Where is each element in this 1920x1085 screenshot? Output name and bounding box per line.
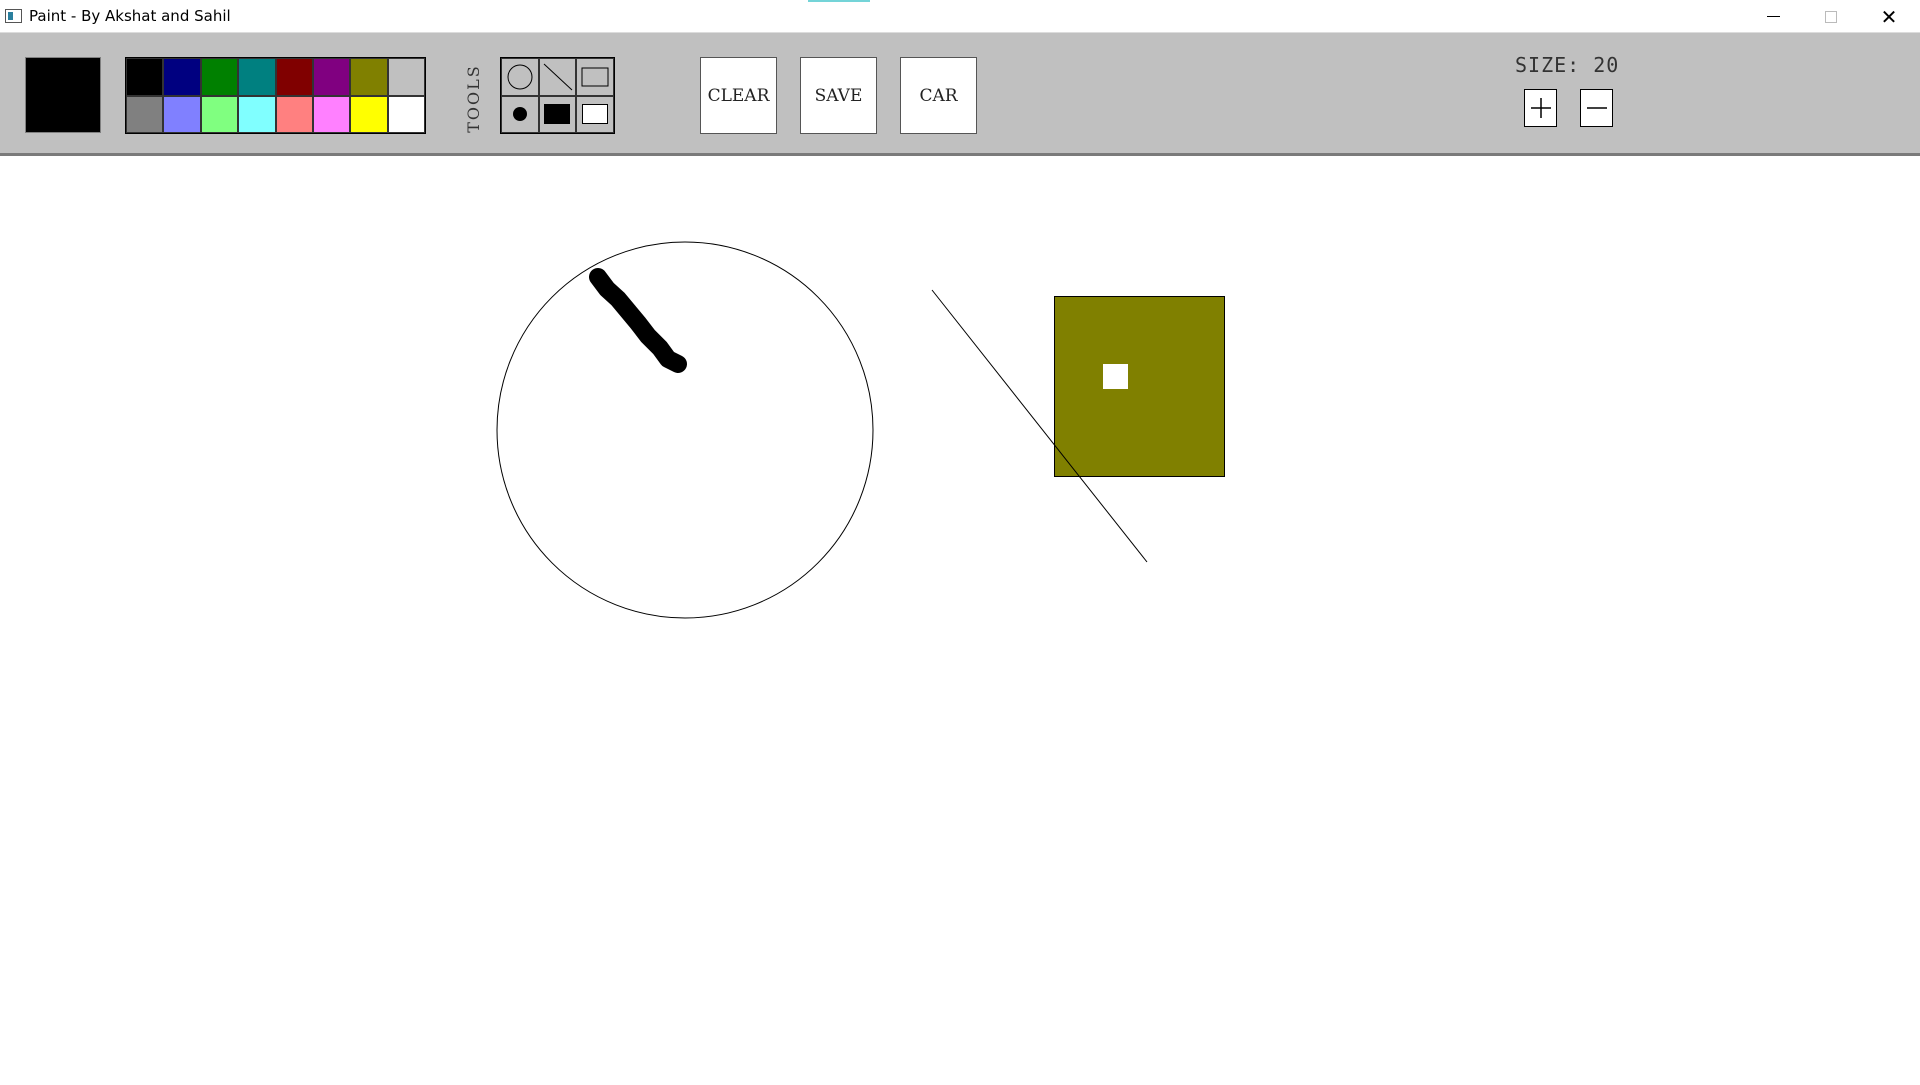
palette-swatch[interactable] [238,58,276,96]
palette-swatch[interactable] [312,95,351,133]
clear-button[interactable]: CLEAR [700,57,777,134]
white-rectangle-icon [582,104,609,125]
brush-dot-icon [512,107,527,122]
save-button[interactable]: SAVE [800,57,877,134]
tools-grid [500,57,615,134]
rectangle-outline-icon [581,67,609,87]
tool-rectangle[interactable] [576,58,614,96]
minus-icon [1586,107,1607,109]
maximize-icon [1825,10,1837,23]
titlebar-accent [808,0,870,2]
palette-swatch[interactable] [275,95,313,133]
drawn-olive-rectangle [1054,296,1225,477]
minimize-button[interactable] [1744,0,1802,33]
plus-icon [1530,98,1551,118]
canvas-drawing [496,241,1225,619]
toolbar: TOOLS CLEAR SAVE CAR SIZE: 20 [0,33,1920,156]
palette-swatch[interactable] [238,95,276,133]
line-icon [544,63,573,91]
car-button[interactable]: CAR [900,57,977,134]
drawn-white-square [1103,364,1128,389]
tool-eraser[interactable] [576,95,614,133]
close-icon: ✕ [1880,4,1898,29]
tools-label: TOOLS [462,63,484,133]
tool-line[interactable] [538,58,577,96]
palette-swatch[interactable] [275,58,313,96]
palette-swatch[interactable] [200,95,239,133]
close-button[interactable]: ✕ [1860,0,1918,33]
current-color-swatch [25,57,101,133]
app-icon [5,9,22,23]
palette-swatch[interactable] [163,58,201,96]
palette-swatch[interactable] [126,58,164,96]
circle-outline-icon [507,64,533,90]
tool-circle[interactable] [501,58,539,96]
filled-rectangle-icon [544,104,571,125]
palette-swatch[interactable] [312,58,351,96]
tool-filled-rectangle[interactable] [538,95,577,133]
palette-swatch[interactable] [350,95,388,133]
increase-size-button[interactable] [1524,89,1557,127]
color-palette [125,57,426,134]
window-titlebar: Paint - By Akshat and Sahil ✕ [0,0,1920,33]
drawn-circle [496,241,874,619]
maximize-button[interactable] [1802,0,1860,33]
palette-swatch[interactable] [200,58,239,96]
palette-swatch[interactable] [163,95,201,133]
drawn-brush-stroke [589,268,687,373]
palette-swatch[interactable] [126,95,164,133]
palette-swatch[interactable] [387,58,425,96]
palette-swatch[interactable] [387,95,425,133]
minimize-icon [1766,16,1780,17]
size-label: SIZE: 20 [1515,53,1620,77]
drawing-canvas[interactable] [0,156,1920,1080]
window-title: Paint - By Akshat and Sahil [29,7,231,25]
palette-swatch[interactable] [350,58,388,96]
tool-brush[interactable] [501,95,539,133]
decrease-size-button[interactable] [1580,89,1613,127]
tools-label-text: TOOLS [463,63,483,133]
